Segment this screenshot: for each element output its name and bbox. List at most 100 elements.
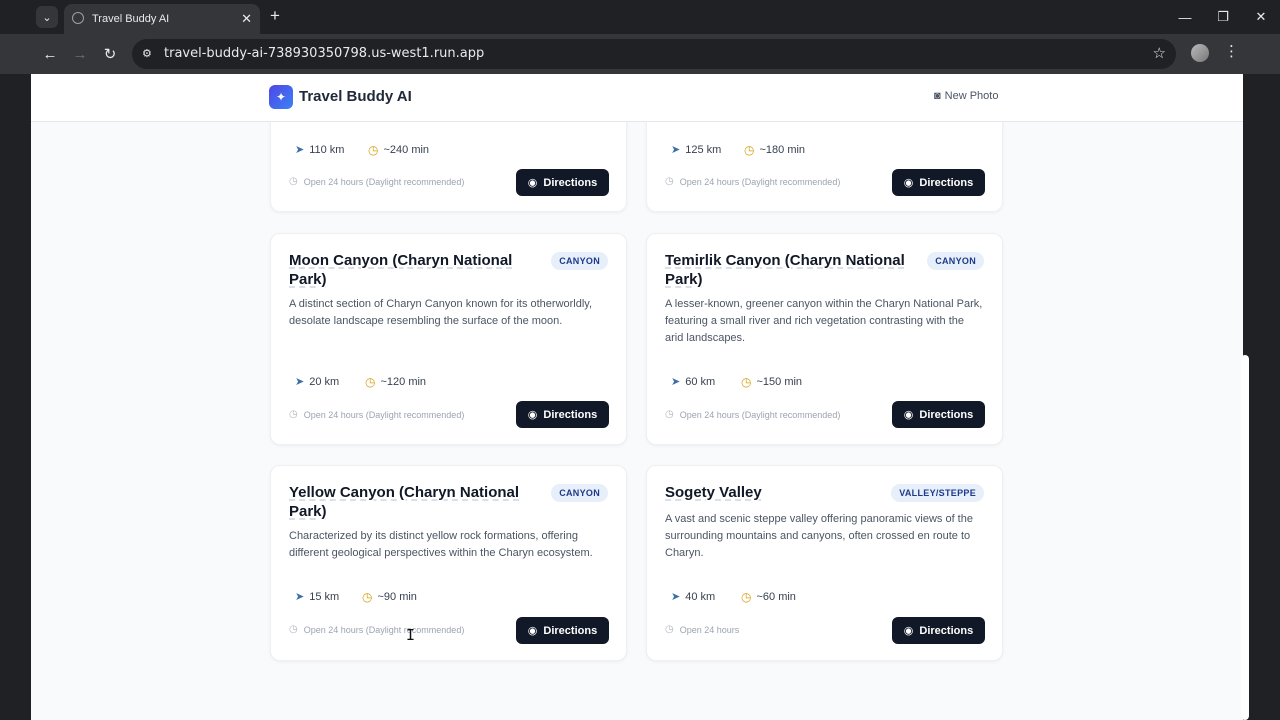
opening-hours: ◷ Open 24 hours (Daylight recommended) [289,409,464,420]
navigation-icon: ➤ [295,591,305,603]
page-viewport: ✦ Travel Buddy AI ◙ New Photo ➤ 110 km ◷ ~… [31,74,1243,720]
scrollbar-thumb[interactable] [1241,355,1249,720]
bookmark-star-icon[interactable]: ☆ [1153,44,1166,62]
minimize-button[interactable]: — [1166,0,1204,34]
clock-icon: ◷ [665,624,674,635]
place-title[interactable]: Yellow Canyon (Charyn National Park) [289,483,539,521]
directions-button[interactable]: ◉ Directions [892,401,985,428]
browser-menu-icon[interactable]: ⋮ [1224,42,1239,60]
directions-label: Directions [919,176,974,189]
distance-value: 40 km [685,590,716,603]
distance-stat: ➤ 110 km [295,143,345,157]
distance-stat: ➤ 15 km [295,590,340,604]
distance-stat: ➤ 60 km [671,375,716,389]
hours-text: Open 24 hours (Daylight recommended) [679,409,841,420]
globe-icon [72,12,84,24]
camera-icon: ◙ [934,90,941,102]
map-pin-icon: ◉ [527,409,538,421]
distance-value: 15 km [309,590,340,603]
clock-icon: ◷ [365,375,376,389]
address-bar[interactable]: ⚙ travel-buddy-ai-738930350798.us-west1.… [132,39,1176,69]
place-card: Sogety Valley VALLEY/STEPPE A vast and s… [646,465,1003,661]
hours-text: Open 24 hours [679,624,740,635]
map-pin-icon: ◉ [903,625,914,637]
opening-hours: ◷ Open 24 hours (Daylight recommended) [665,409,840,420]
map-pin-icon: ◉ [903,177,914,189]
profile-avatar[interactable] [1191,44,1209,62]
place-title[interactable]: Sogety Valley [665,483,915,502]
place-description: A vast and scenic steppe valley offering… [665,513,973,559]
category-badge: CANYON [551,484,608,502]
opening-hours: ◷ Open 24 hours (Daylight recommended) [289,624,464,635]
reload-icon[interactable]: ↻ [100,44,120,64]
opening-hours: ◷ Open 24 hours (Daylight recommended) [665,176,840,187]
hours-text: Open 24 hours (Daylight recommended) [303,624,465,635]
duration-value: ~180 min [759,144,806,156]
duration-stat: ◷ ~150 min [741,375,802,389]
duration-stat: ◷ ~90 min [362,590,417,604]
directions-button[interactable]: ◉ Directions [516,617,609,644]
hours-text: Open 24 hours (Daylight recommended) [303,176,465,187]
clock-icon: ◷ [665,176,674,187]
duration-value: ~150 min [756,376,803,388]
app-header: ✦ Travel Buddy AI ◙ New Photo [31,74,1243,122]
duration-stat: ◷ ~240 min [368,143,429,157]
url-text[interactable]: travel-buddy-ai-738930350798.us-west1.ru… [164,46,484,61]
place-title[interactable]: Temirlik Canyon (Charyn National Park) [665,251,915,289]
forward-arrow-icon[interactable]: → [70,44,90,64]
clock-icon: ◷ [741,375,752,389]
browser-tab-bar: ⌄ Travel Buddy AI ✕ + — ❐ ✕ [0,0,1280,34]
distance-stat: ➤ 40 km [671,590,716,604]
back-arrow-icon[interactable]: ← [40,44,60,64]
opening-hours: ◷ Open 24 hours [665,624,739,635]
site-settings-icon[interactable]: ⚙ [142,47,156,61]
directions-label: Directions [919,408,974,421]
clock-icon: ◷ [741,590,752,604]
directions-label: Directions [543,176,598,189]
category-badge: CANYON [927,252,984,270]
navigation-icon: ➤ [671,144,681,156]
compass-icon[interactable]: ✦ [269,85,293,109]
clock-icon: ◷ [289,176,298,187]
map-pin-icon: ◉ [527,177,538,189]
clock-icon: ◷ [368,143,379,157]
clock-icon: ◷ [744,143,755,157]
close-tab-icon[interactable]: ✕ [241,11,252,27]
directions-button[interactable]: ◉ Directions [892,617,985,644]
navigation-icon: ➤ [671,376,681,388]
new-tab-button[interactable]: + [270,7,280,25]
brand-title[interactable]: Travel Buddy AI [299,88,412,105]
navigation-icon: ➤ [671,591,681,603]
browser-toolbar: ← → ↻ ⚙ travel-buddy-ai-738930350798.us-… [0,34,1280,74]
text-cursor-icon: I [406,626,416,644]
hours-text: Open 24 hours (Daylight recommended) [679,176,841,187]
place-description: Characterized by its distinct yellow roc… [289,530,593,559]
distance-value: 110 km [309,143,345,156]
directions-label: Directions [543,408,598,421]
window-controls: — ❐ ✕ [1166,0,1280,34]
tab-search-button[interactable]: ⌄ [36,6,58,28]
duration-value: ~60 min [756,591,796,603]
duration-stat: ◷ ~180 min [744,143,805,157]
place-card: Temirlik Canyon (Charyn National Park) C… [646,233,1003,445]
distance-stat: ➤ 20 km [295,375,339,389]
category-badge: CANYON [551,252,608,270]
restore-button[interactable]: ❐ [1204,0,1242,34]
directions-button[interactable]: ◉ Directions [516,401,609,428]
directions-button[interactable]: ◉ Directions [892,169,985,196]
place-title[interactable]: Moon Canyon (Charyn National Park) [289,251,539,289]
opening-hours: ◷ Open 24 hours (Daylight recommended) [289,176,464,187]
place-description: A distinct section of Charyn Canyon know… [289,298,593,327]
clock-icon: ◷ [289,624,298,635]
new-photo-button[interactable]: ◙ New Photo [934,90,998,102]
place-card: Yellow Canyon (Charyn National Park) CAN… [270,465,627,661]
navigation-icon: ➤ [295,376,305,388]
distance-value: 60 km [685,375,716,388]
directions-button[interactable]: ◉ Directions [516,169,609,196]
map-pin-icon: ◉ [527,625,538,637]
category-badge: VALLEY/STEPPE [891,484,984,502]
clock-icon: ◷ [665,409,674,420]
duration-stat: ◷ ~120 min [365,375,426,389]
browser-tab[interactable]: Travel Buddy AI ✕ [64,4,260,34]
close-window-button[interactable]: ✕ [1242,0,1280,34]
